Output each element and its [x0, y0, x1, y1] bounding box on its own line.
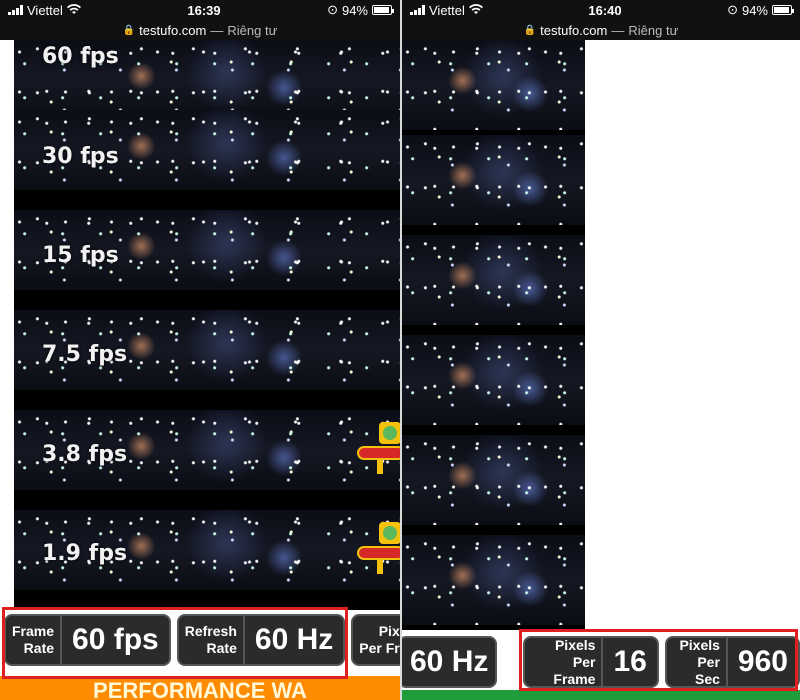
url-separator: — — [611, 22, 625, 38]
url-domain: testufo.com — [139, 22, 207, 38]
url-domain: testufo.com — [540, 22, 608, 38]
green-bar — [402, 690, 800, 700]
battery-icon — [772, 5, 794, 15]
pixels-per-frame-label: Pix Per Fr — [359, 623, 400, 656]
alarm-icon: ⊙ — [727, 2, 738, 17]
highlight-box-left — [2, 607, 348, 679]
ufo-icon — [357, 422, 400, 478]
private-mode-label: Riêng tư — [628, 22, 679, 38]
refresh-rate-value: 60 Hz — [410, 645, 489, 678]
status-bar: Viettel 16:39 ⊙ 94% — [0, 0, 400, 20]
fps-label: 60 fps — [42, 44, 119, 69]
performance-warning-banner: PERFORMANCE WA — [0, 676, 400, 700]
alarm-icon: ⊙ — [327, 2, 338, 17]
left-phone-screen: Viettel 16:39 ⊙ 94% 🔒 testufo.com — Riên… — [0, 0, 400, 700]
fps-label: 7.5 fps — [42, 342, 128, 367]
address-bar[interactable]: 🔒 testufo.com — Riêng tư — [0, 20, 400, 40]
fps-label: 3.8 fps — [42, 442, 128, 467]
battery-percent: 94% — [341, 2, 368, 18]
wifi-icon — [468, 3, 483, 18]
starfield-strip — [402, 435, 585, 525]
fps-label: 15 fps — [42, 243, 119, 268]
clock: 16:40 — [588, 2, 622, 18]
fps-label: 30 fps — [42, 144, 119, 169]
carrier-name: Viettel — [429, 2, 465, 18]
lock-icon: 🔒 — [523, 24, 537, 36]
pixels-per-frame-box: Pix Per Fr — [351, 614, 400, 666]
refresh-rate-box: 60 Hz — [402, 636, 498, 688]
starfield-strip — [402, 335, 585, 425]
address-bar[interactable]: 🔒 testufo.com — Riêng tư — [402, 20, 800, 40]
starfield-test-area — [402, 40, 585, 630]
battery-percent: 94% — [741, 2, 768, 18]
starfield-strip — [402, 135, 585, 225]
ufo-icon — [357, 522, 400, 578]
fps-label: 1.9 fps — [42, 541, 128, 566]
private-mode-label: Riêng tư — [227, 22, 278, 38]
starfield-strip — [402, 40, 585, 130]
starfield-test-area — [14, 40, 400, 610]
signal-icon — [410, 5, 425, 15]
lock-icon: 🔒 — [122, 24, 136, 36]
right-phone-screen: Viettel 16:40 ⊙ 94% 🔒 testufo.com — Riên… — [402, 0, 800, 700]
status-bar: Viettel 16:40 ⊙ 94% — [402, 0, 800, 20]
url-separator: — — [210, 22, 224, 38]
signal-icon — [8, 5, 23, 15]
carrier-name: Viettel — [27, 2, 63, 18]
highlight-box-right — [519, 629, 798, 691]
wifi-icon — [66, 3, 81, 18]
starfield-strip — [402, 235, 585, 325]
battery-icon — [372, 5, 394, 15]
clock: 16:39 — [187, 2, 221, 18]
starfield-strip — [402, 535, 585, 625]
